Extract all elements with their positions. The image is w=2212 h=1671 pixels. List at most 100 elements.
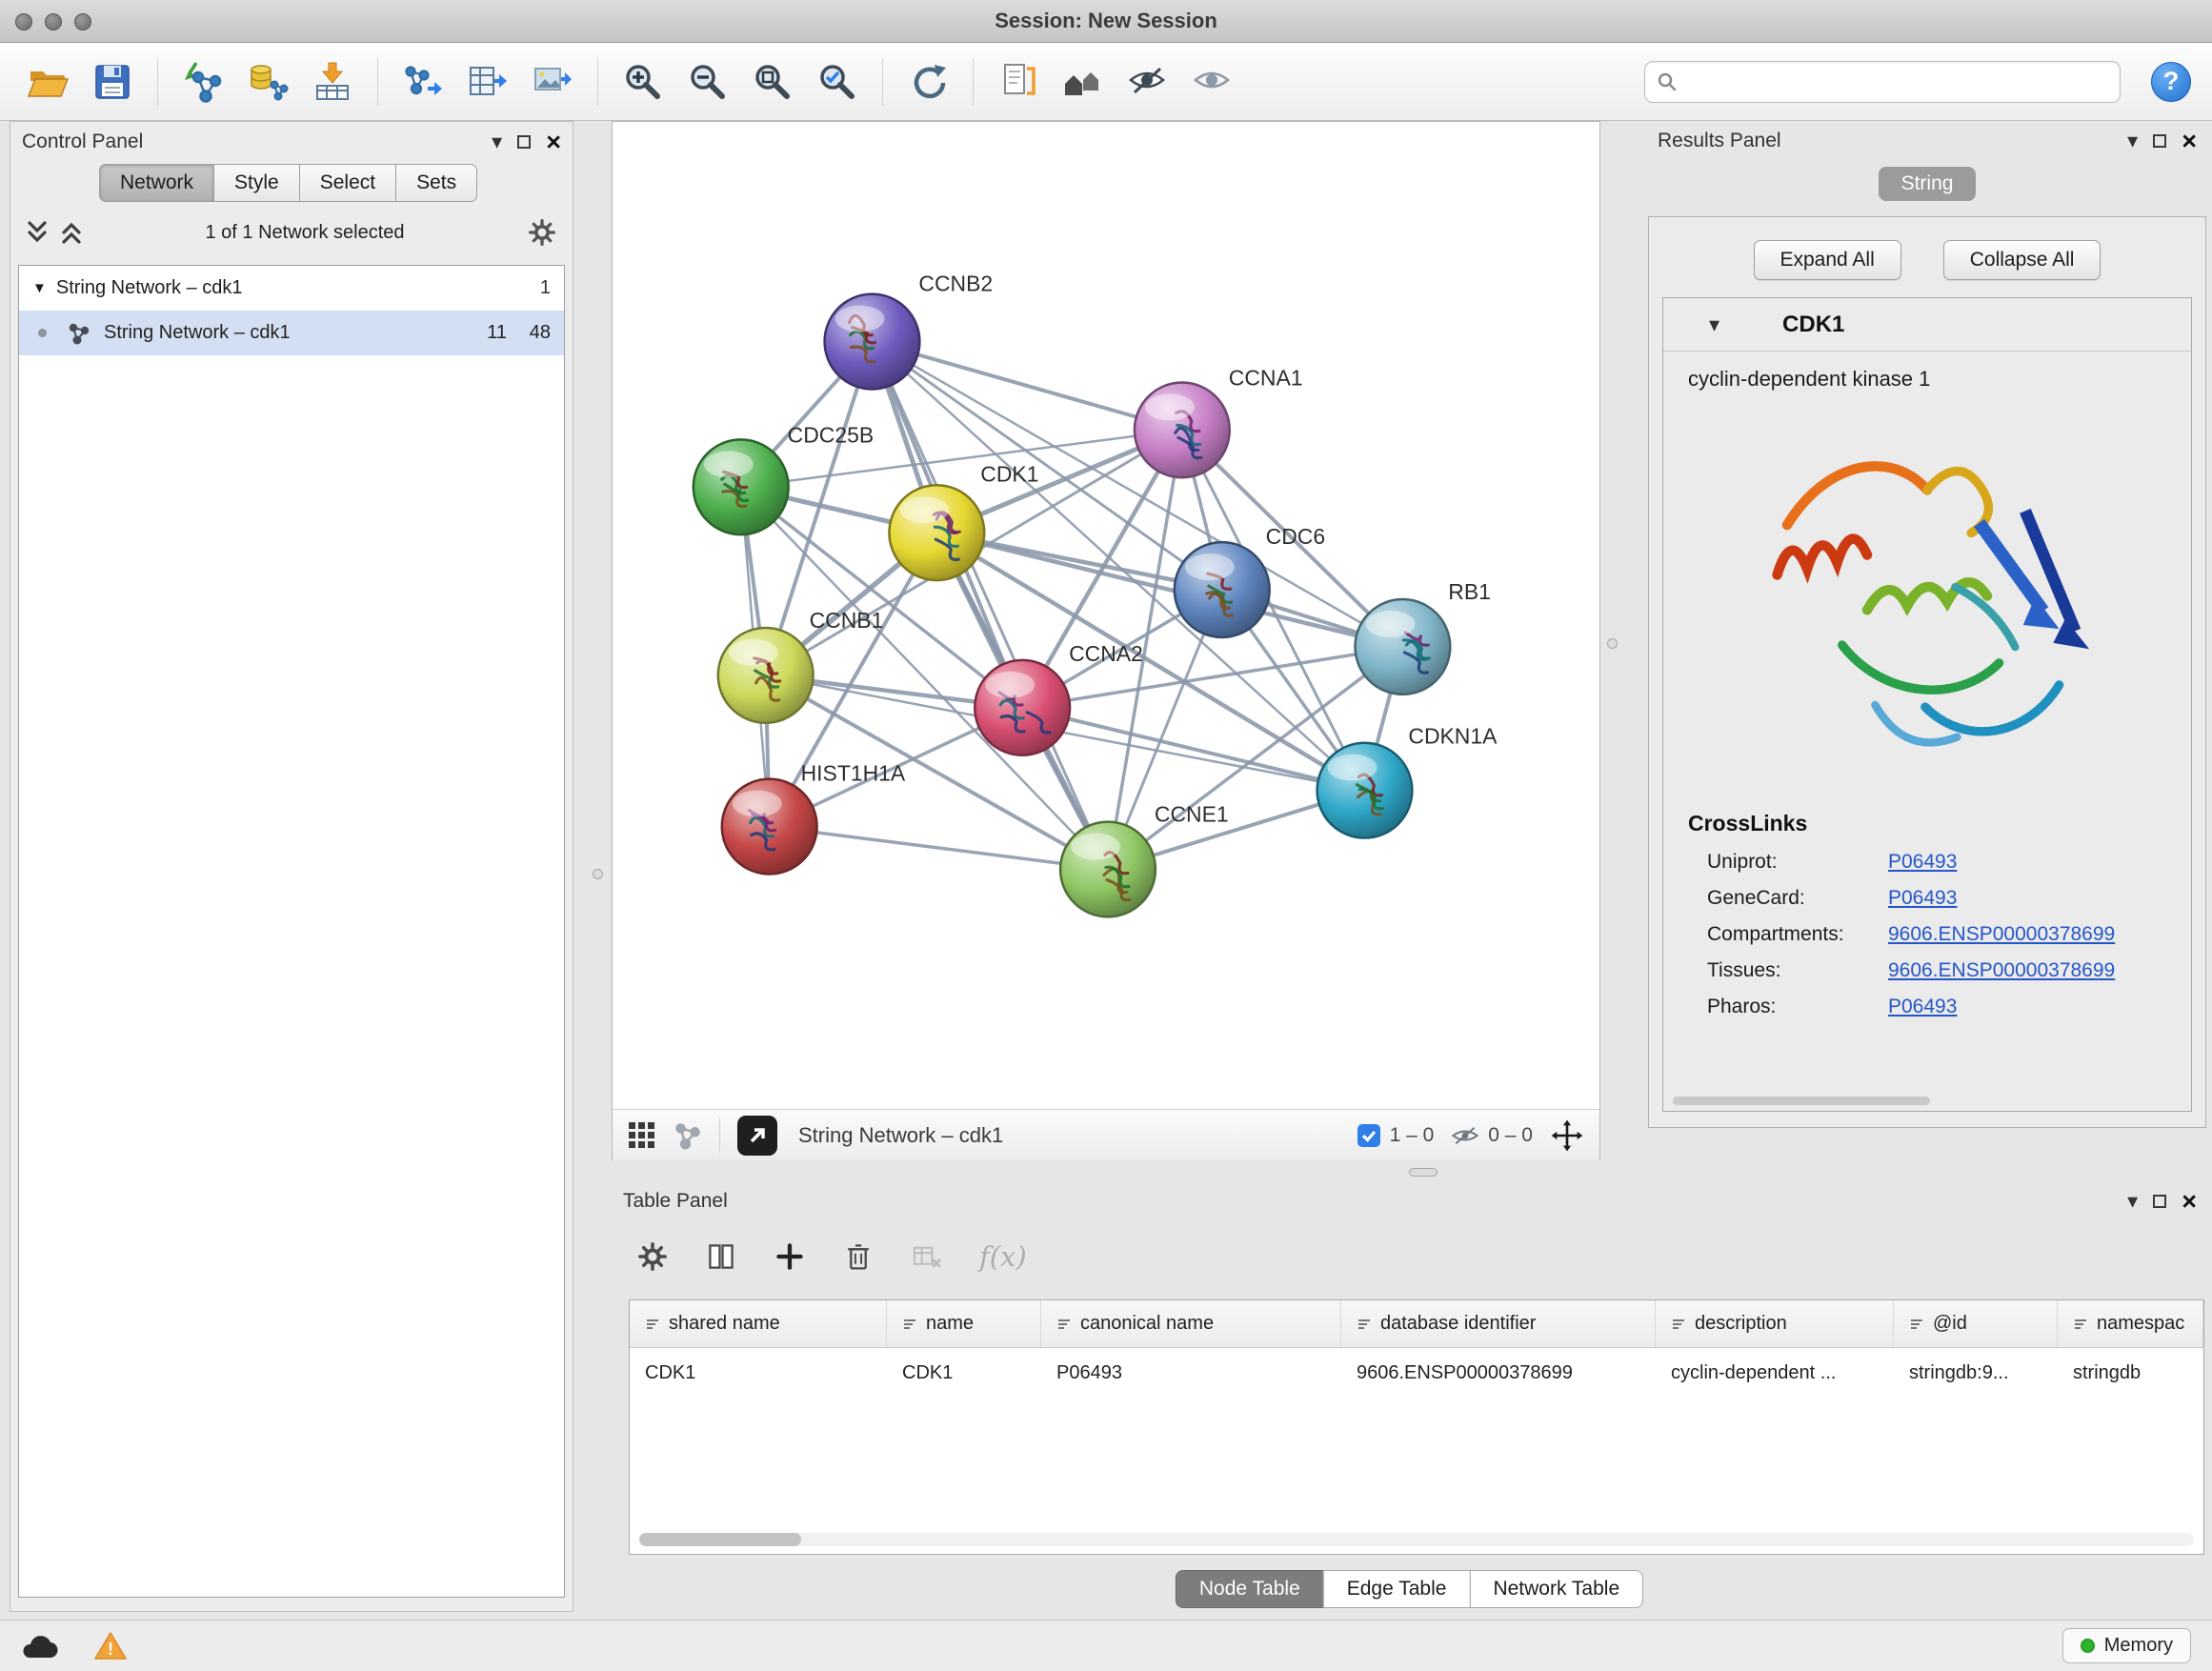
tab-network-table[interactable]: Network Table xyxy=(1469,1570,1643,1608)
gear-icon[interactable] xyxy=(527,217,557,248)
expand-all-button[interactable]: Expand All xyxy=(1754,240,1901,280)
cell-at-id[interactable]: stringdb:9... xyxy=(1894,1348,2058,1398)
cell-description[interactable]: cyclin-dependent ... xyxy=(1656,1348,1894,1398)
cloud-icon[interactable] xyxy=(21,1632,59,1661)
close-window-button[interactable] xyxy=(15,13,32,30)
splitter-handle[interactable] xyxy=(1607,638,1618,649)
tab-style[interactable]: Style xyxy=(213,164,300,202)
network-tree-root-row[interactable]: ▼ String Network – cdk1 1 xyxy=(19,266,564,311)
save-session-button[interactable] xyxy=(86,52,139,111)
network-edge[interactable] xyxy=(936,533,1402,647)
help-button[interactable]: ? xyxy=(2151,62,2191,102)
network-node-ccna1[interactable] xyxy=(1135,382,1230,477)
network-node-ccnb1[interactable] xyxy=(718,628,814,723)
panel-close-icon[interactable]: × xyxy=(2182,129,2197,154)
panel-close-icon[interactable]: × xyxy=(2182,1189,2197,1215)
network-node-cdc25b[interactable] xyxy=(694,439,789,534)
export-image-button[interactable] xyxy=(526,52,579,111)
crosslink-genecard[interactable]: P06493 xyxy=(1888,887,1957,910)
zoom-selected-button[interactable] xyxy=(811,52,864,111)
show-columns-icon[interactable] xyxy=(705,1240,737,1273)
hidden-eye-slash-icon[interactable] xyxy=(1451,1124,1479,1147)
collapse-gene-icon[interactable]: ▾ xyxy=(1709,314,1719,335)
zoom-fit-button[interactable] xyxy=(746,52,799,111)
network-edge[interactable] xyxy=(770,827,1108,870)
cell-database-identifier[interactable]: 9606.ENSP00000378699 xyxy=(1341,1348,1656,1398)
memory-button[interactable]: Memory xyxy=(2062,1628,2191,1663)
zoom-in-button[interactable] xyxy=(616,52,670,111)
open-in-new-window-button[interactable] xyxy=(737,1116,777,1156)
horizontal-scrollbar[interactable] xyxy=(1673,1097,1930,1105)
column-header[interactable]: name xyxy=(887,1300,1041,1347)
open-session-button[interactable] xyxy=(21,52,74,111)
crosslink-pharos[interactable]: P06493 xyxy=(1888,996,1957,1018)
network-canvas[interactable]: CCNB2CCNA1CDC25BCDK1CDC6RB1CCNB1CCNA2CDK… xyxy=(613,122,1599,1109)
copy-document-button[interactable] xyxy=(992,52,1045,111)
network-node-rb1[interactable] xyxy=(1355,599,1450,695)
panel-float-icon[interactable] xyxy=(2153,1195,2166,1208)
panel-menu-icon[interactable]: ▾ xyxy=(2127,131,2138,151)
scrollbar-thumb[interactable] xyxy=(639,1533,801,1546)
import-network-database-button[interactable] xyxy=(241,52,294,111)
gene-header[interactable]: ▾ CDK1 xyxy=(1663,298,2191,352)
column-header[interactable]: shared name xyxy=(630,1300,887,1347)
tab-string[interactable]: String xyxy=(1879,167,1977,201)
column-header[interactable]: canonical name xyxy=(1041,1300,1341,1347)
export-table-button[interactable] xyxy=(461,52,514,111)
panel-menu-icon[interactable]: ▾ xyxy=(492,131,502,152)
tab-edge-table[interactable]: Edge Table xyxy=(1323,1570,1471,1608)
search-input[interactable] xyxy=(1685,70,2108,92)
show-details-button[interactable] xyxy=(1186,52,1239,111)
column-header[interactable]: namespac xyxy=(2058,1300,2203,1347)
crosslink-tissues[interactable]: 9606.ENSP00000378699 xyxy=(1888,959,2115,982)
grid-view-icon[interactable] xyxy=(628,1121,656,1150)
crosslink-compartments[interactable]: 9606.ENSP00000378699 xyxy=(1888,923,2115,946)
collapse-all-icon[interactable] xyxy=(26,220,49,245)
cell-canonical-name[interactable]: P06493 xyxy=(1041,1348,1341,1398)
warning-icon[interactable]: ! xyxy=(93,1631,128,1661)
column-header[interactable]: database identifier xyxy=(1341,1300,1656,1347)
network-node-ccne1[interactable] xyxy=(1060,822,1156,917)
cell-name[interactable]: CDK1 xyxy=(887,1348,1041,1398)
minimize-window-button[interactable] xyxy=(45,13,62,30)
network-node-hist1h1a[interactable] xyxy=(722,779,817,875)
network-tree-child-row[interactable]: String Network – cdk1 11 48 xyxy=(19,311,564,355)
crosslink-uniprot[interactable]: P06493 xyxy=(1888,851,1957,874)
zoom-out-button[interactable] xyxy=(681,52,734,111)
panel-close-icon[interactable]: × xyxy=(546,130,561,155)
tab-network[interactable]: Network xyxy=(99,164,214,202)
tab-select[interactable]: Select xyxy=(299,164,396,202)
network-node-ccna2[interactable] xyxy=(975,660,1070,755)
panel-float-icon[interactable] xyxy=(517,135,531,149)
tab-node-table[interactable]: Node Table xyxy=(1176,1570,1324,1608)
tab-sets[interactable]: Sets xyxy=(395,164,477,202)
import-network-file-button[interactable] xyxy=(176,52,230,111)
splitter-handle[interactable] xyxy=(1409,1168,1438,1177)
birdseye-view-button[interactable] xyxy=(1056,52,1110,111)
delete-column-trash-icon[interactable] xyxy=(842,1240,875,1273)
network-node-cdc6[interactable] xyxy=(1175,542,1270,637)
network-edge[interactable] xyxy=(872,342,1108,870)
cell-shared-name[interactable]: CDK1 xyxy=(630,1348,887,1398)
zoom-window-button[interactable] xyxy=(74,13,91,30)
selected-checkbox-icon[interactable] xyxy=(1357,1123,1381,1148)
hide-details-button[interactable] xyxy=(1121,52,1175,111)
table-row[interactable]: CDK1 CDK1 P06493 9606.ENSP00000378699 cy… xyxy=(630,1348,2203,1398)
network-node-cdk1[interactable] xyxy=(889,485,984,580)
network-node-cdkn1a[interactable] xyxy=(1317,743,1413,838)
network-share-gray-icon[interactable] xyxy=(674,1121,702,1150)
column-header[interactable]: description xyxy=(1656,1300,1894,1347)
network-node-ccnb2[interactable] xyxy=(825,294,920,390)
expand-all-icon[interactable] xyxy=(60,220,83,245)
splitter-handle[interactable] xyxy=(593,869,603,879)
tree-expander-icon[interactable]: ▼ xyxy=(32,280,47,296)
export-network-button[interactable] xyxy=(396,52,450,111)
add-column-icon[interactable] xyxy=(774,1240,806,1273)
panel-menu-icon[interactable]: ▾ xyxy=(2127,1191,2138,1212)
column-header[interactable]: @id xyxy=(1894,1300,2058,1347)
panel-float-icon[interactable] xyxy=(2153,134,2166,148)
import-table-button[interactable] xyxy=(306,52,359,111)
collapse-all-button[interactable]: Collapse All xyxy=(1943,240,2101,280)
cell-namespace[interactable]: stringdb xyxy=(2058,1348,2203,1398)
refresh-view-button[interactable] xyxy=(901,52,955,111)
